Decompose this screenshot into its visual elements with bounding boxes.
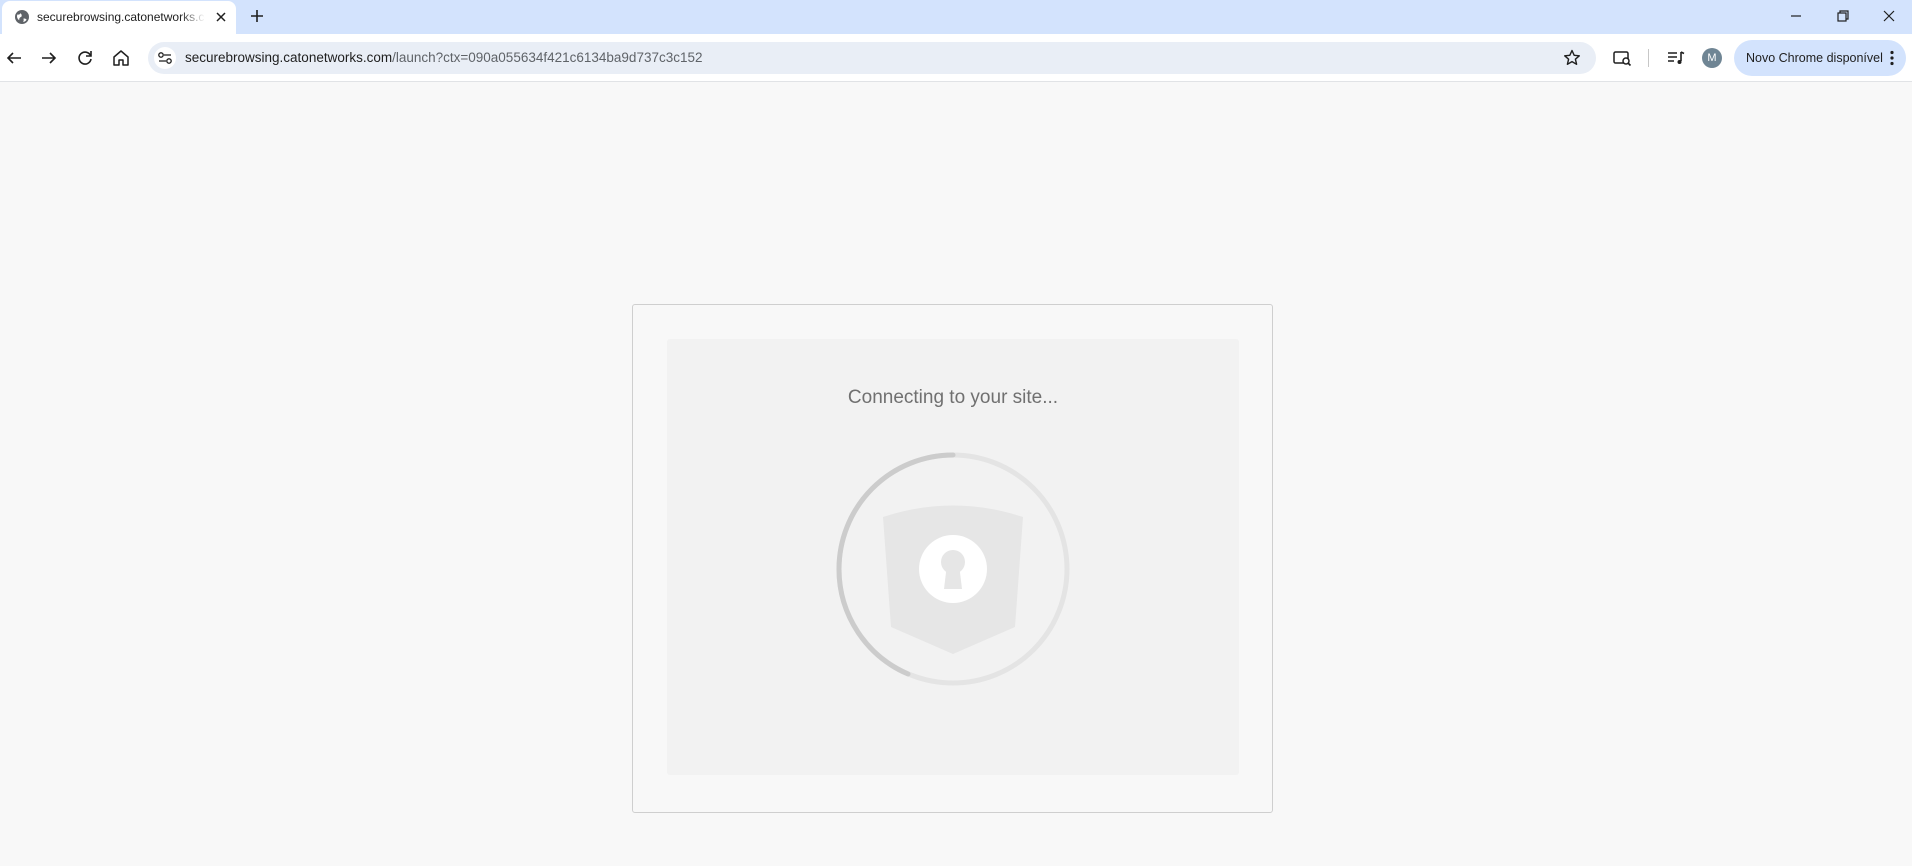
toolbar-separator <box>1648 49 1649 67</box>
connecting-card: Connecting to your site... <box>632 304 1273 813</box>
url-text[interactable]: securebrowsing.catonetworks.com/launch?c… <box>185 50 703 65</box>
close-window-icon[interactable] <box>1877 4 1901 28</box>
shield-lock-icon <box>836 452 1070 686</box>
page-content: Connecting to your site... <box>0 83 1912 866</box>
minimize-icon[interactable] <box>1784 4 1808 28</box>
connecting-status-text: Connecting to your site... <box>847 387 1059 408</box>
profile-avatar[interactable]: M <box>1702 48 1722 68</box>
browser-toolbar: securebrowsing.catonetworks.com/launch?c… <box>0 34 1912 82</box>
globe-icon <box>15 10 29 24</box>
site-settings-icon[interactable] <box>154 47 176 69</box>
restore-icon[interactable] <box>1831 4 1855 28</box>
browser-tab[interactable]: securebrowsing.catonetworks.com <box>2 1 236 34</box>
url-host: securebrowsing.catonetworks.com <box>185 50 393 65</box>
new-tab-icon[interactable] <box>246 5 268 27</box>
reload-icon[interactable] <box>73 46 97 70</box>
forward-icon[interactable] <box>37 46 61 70</box>
update-label: Novo Chrome disponível <box>1746 51 1883 65</box>
url-path: /launch?ctx=090a055634f421c6134ba9d737c3… <box>392 50 703 65</box>
lens-search-icon[interactable] <box>1610 46 1634 70</box>
bookmark-star-icon[interactable] <box>1561 47 1583 69</box>
more-menu-icon[interactable] <box>1882 48 1902 68</box>
tab-strip: securebrowsing.catonetworks.com <box>0 0 1912 34</box>
tab-close-icon[interactable] <box>212 8 230 26</box>
tab-title: securebrowsing.catonetworks.com <box>37 10 205 24</box>
chrome-update-button[interactable]: Novo Chrome disponível <box>1734 40 1906 76</box>
connecting-panel: Connecting to your site... <box>667 339 1239 775</box>
media-controls-icon[interactable] <box>1664 46 1688 70</box>
address-bar[interactable]: securebrowsing.catonetworks.com/launch?c… <box>148 42 1596 74</box>
back-icon[interactable] <box>2 46 26 70</box>
home-icon[interactable] <box>109 46 133 70</box>
